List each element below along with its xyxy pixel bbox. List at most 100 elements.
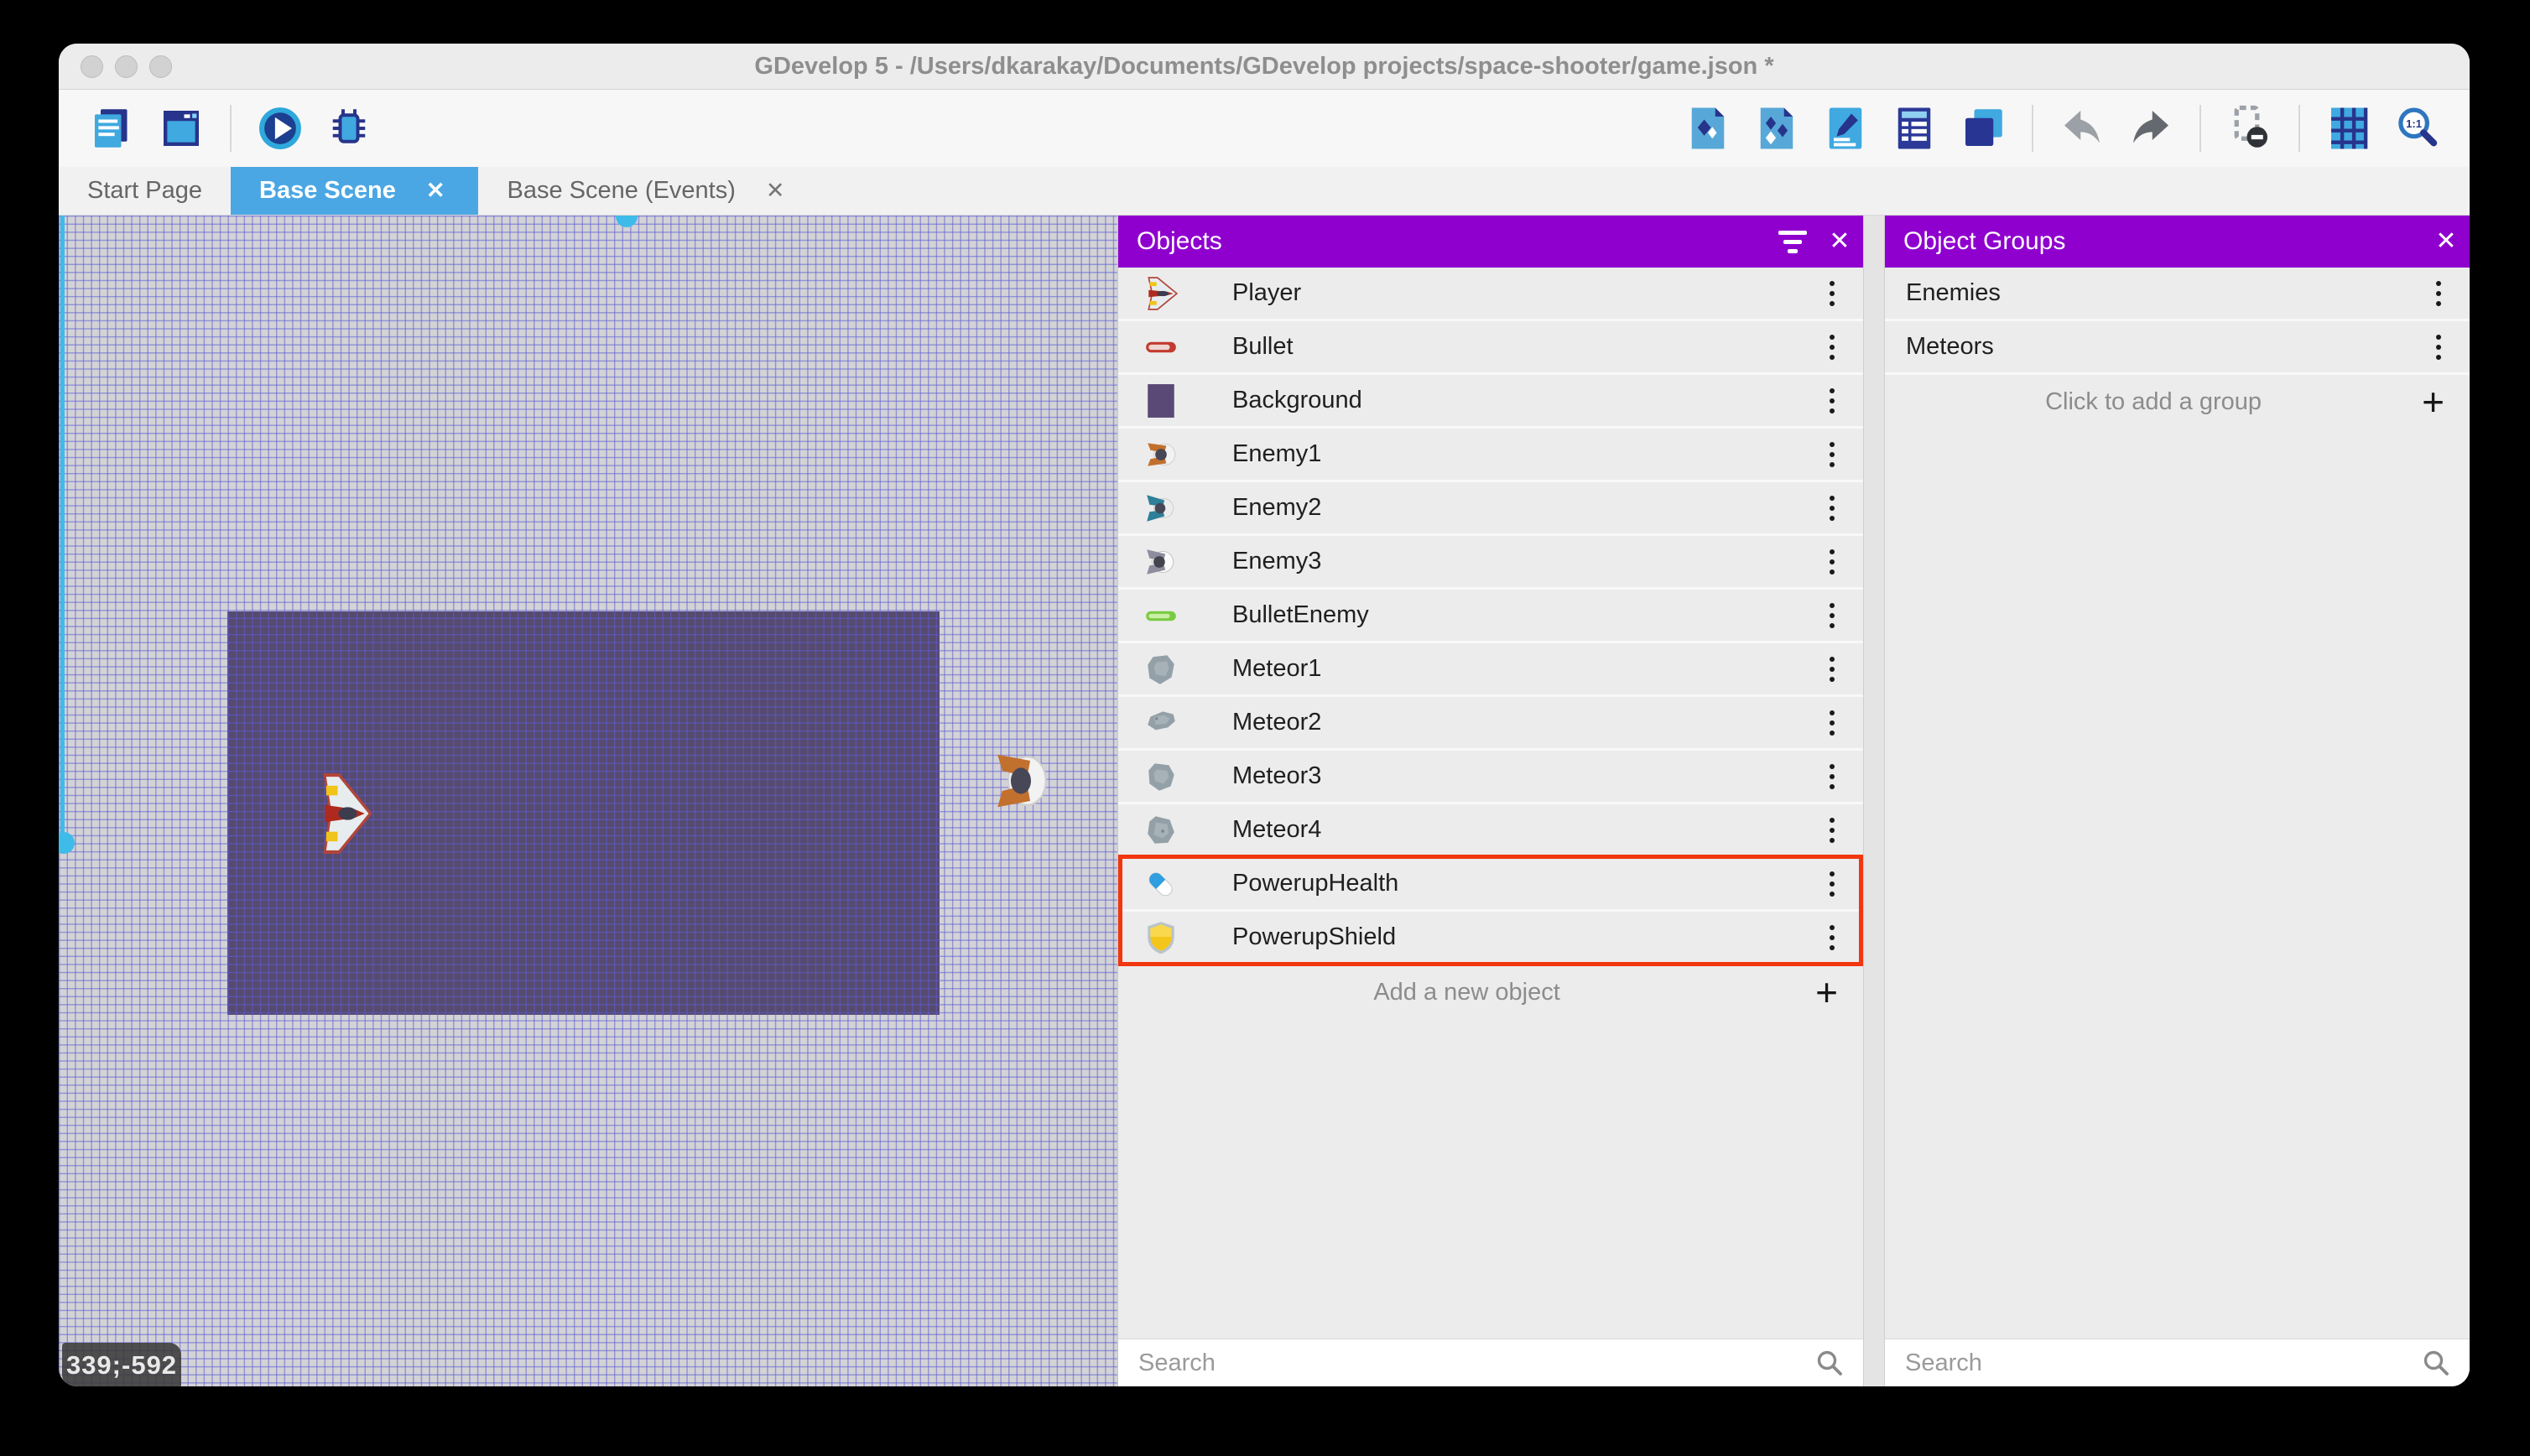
close-window-button[interactable] xyxy=(81,55,103,78)
svg-text:1:1: 1:1 xyxy=(2406,117,2422,130)
filter-icon[interactable] xyxy=(1769,218,1816,265)
undo-icon[interactable] xyxy=(2054,100,2111,157)
objects-list-icon[interactable] xyxy=(1748,100,1805,157)
window-mask-left-edge xyxy=(60,216,65,843)
panel-divider[interactable] xyxy=(1863,216,1885,1386)
row-menu-icon[interactable] xyxy=(1825,598,1840,633)
edit-scene-properties-icon[interactable] xyxy=(1817,100,1874,157)
object-row[interactable]: Meteor2 xyxy=(1118,697,1863,751)
plus-icon: + xyxy=(2422,380,2444,424)
row-label: Meteor3 xyxy=(1232,762,1322,789)
row-menu-icon[interactable] xyxy=(1825,813,1840,848)
row-menu-icon[interactable] xyxy=(1825,652,1840,687)
redo-icon[interactable] xyxy=(2122,100,2179,157)
window-mask-icon[interactable] xyxy=(2221,100,2278,157)
bullet-enemy-icon xyxy=(1143,598,1179,633)
objects-panel-header: Objects ✕ xyxy=(1118,216,1863,268)
groups-search-input[interactable] xyxy=(1903,1348,2411,1378)
objects-search-input[interactable] xyxy=(1137,1348,1804,1378)
project-manager-icon[interactable] xyxy=(84,100,141,157)
minimize-window-button[interactable] xyxy=(115,55,138,78)
row-menu-icon[interactable] xyxy=(1825,544,1840,580)
object-row[interactable]: Background xyxy=(1118,375,1863,429)
toolbar-left-group xyxy=(84,100,377,157)
window-mask-top-handle[interactable] xyxy=(616,216,638,227)
add-group-row[interactable]: Click to add a group + xyxy=(1885,375,2470,429)
tab-base-scene[interactable]: Base Scene ✕ xyxy=(231,167,479,215)
row-menu-icon[interactable] xyxy=(1825,437,1840,472)
bullet-icon xyxy=(1143,330,1179,365)
tab-start-page[interactable]: Start Page xyxy=(59,167,231,215)
instances-list-icon[interactable] xyxy=(1886,100,1943,157)
gdevelop-window: GDevelop 5 - /Users/dkarakay/Documents/G… xyxy=(59,44,2470,1386)
row-label: Player xyxy=(1232,279,1302,306)
enemy1-icon xyxy=(1143,437,1179,472)
scene-canvas[interactable]: 339;-592 xyxy=(59,216,1117,1386)
close-panel-icon[interactable]: ✕ xyxy=(1816,218,1863,265)
search-icon xyxy=(1814,1348,1845,1378)
objects-panel-filler xyxy=(1118,1019,1863,1339)
group-row[interactable]: Meteors xyxy=(1885,321,2470,375)
toolbar-divider xyxy=(2199,105,2201,152)
row-menu-icon[interactable] xyxy=(1825,330,1840,365)
group-row[interactable]: Enemies xyxy=(1885,268,2470,321)
object-row[interactable]: PowerupShield xyxy=(1118,912,1863,965)
object-row[interactable]: Meteor3 xyxy=(1118,751,1863,804)
row-label: Enemy2 xyxy=(1232,494,1322,521)
scene-editor-icon[interactable] xyxy=(153,100,210,157)
close-tab-icon[interactable]: ✕ xyxy=(421,178,450,204)
row-menu-icon[interactable] xyxy=(2431,330,2446,365)
player-instance[interactable] xyxy=(316,771,373,856)
main-toolbar: 1:1 xyxy=(59,90,2470,167)
row-menu-icon[interactable] xyxy=(1825,705,1840,741)
object-row[interactable]: BulletEnemy xyxy=(1118,590,1863,643)
zoom-1-1-icon[interactable]: 1:1 xyxy=(2389,100,2446,157)
object-row[interactable]: Bullet xyxy=(1118,321,1863,375)
player-icon xyxy=(1143,276,1179,311)
object-row[interactable]: Meteor1 xyxy=(1118,643,1863,697)
add-object-row[interactable]: Add a new object + xyxy=(1118,965,1863,1019)
object-row[interactable]: Player xyxy=(1118,268,1863,321)
row-menu-icon[interactable] xyxy=(1825,383,1840,419)
tab-base-scene-events[interactable]: Base Scene (Events) ✕ xyxy=(478,167,818,215)
close-panel-icon[interactable]: ✕ xyxy=(2423,218,2470,265)
row-label: Enemy1 xyxy=(1232,440,1322,467)
window-title: GDevelop 5 - /Users/dkarakay/Documents/G… xyxy=(754,52,1774,80)
objects-search-bar xyxy=(1118,1339,1863,1386)
maximize-window-button[interactable] xyxy=(149,55,172,78)
object-row[interactable]: Enemy1 xyxy=(1118,429,1863,482)
filter-list-icon xyxy=(1778,230,1807,253)
object-row[interactable]: Meteor4 xyxy=(1118,804,1863,858)
background-icon xyxy=(1143,383,1179,419)
row-label: PowerupShield xyxy=(1232,923,1397,950)
row-label: Bullet xyxy=(1232,333,1294,360)
enemy1-instance[interactable] xyxy=(990,741,1052,821)
row-menu-icon[interactable] xyxy=(1825,276,1840,311)
meteor-c-icon xyxy=(1143,759,1179,794)
row-menu-icon[interactable] xyxy=(1825,920,1840,955)
debug-icon[interactable] xyxy=(320,100,377,157)
objects-list: Player Bullet Background Enemy1 Enemy2 Enemy3… xyxy=(1118,268,1863,965)
row-menu-icon[interactable] xyxy=(2431,276,2446,311)
object-row[interactable]: Enemy3 xyxy=(1118,536,1863,590)
row-menu-icon[interactable] xyxy=(1825,759,1840,794)
row-menu-icon[interactable] xyxy=(1825,866,1840,902)
object-row[interactable]: Enemy2 xyxy=(1118,482,1863,536)
layers-icon[interactable] xyxy=(1955,100,2012,157)
play-icon[interactable] xyxy=(252,100,309,157)
row-label: PowerupHealth xyxy=(1232,870,1399,897)
grid-icon[interactable] xyxy=(2320,100,2377,157)
close-tab-icon[interactable]: ✕ xyxy=(761,178,790,204)
row-menu-icon[interactable] xyxy=(1825,491,1840,526)
plus-icon: + xyxy=(1815,970,1838,1014)
search-icon xyxy=(2421,1348,2451,1378)
groups-panel-filler xyxy=(1885,429,2470,1339)
tab-label: Base Scene (Events) xyxy=(507,177,736,204)
window-mask-left-handle[interactable] xyxy=(59,832,75,854)
content: 339;-592 Objects ✕ Player Bullet Backgroun… xyxy=(59,215,2470,1386)
object-icon[interactable] xyxy=(1679,100,1736,157)
tab-bar: Start Page Base Scene ✕ Base Scene (Even… xyxy=(59,167,2470,215)
row-label: Meteors xyxy=(1906,333,1994,360)
object-row[interactable]: PowerupHealth xyxy=(1118,858,1863,912)
groups-search-bar xyxy=(1885,1339,2470,1386)
